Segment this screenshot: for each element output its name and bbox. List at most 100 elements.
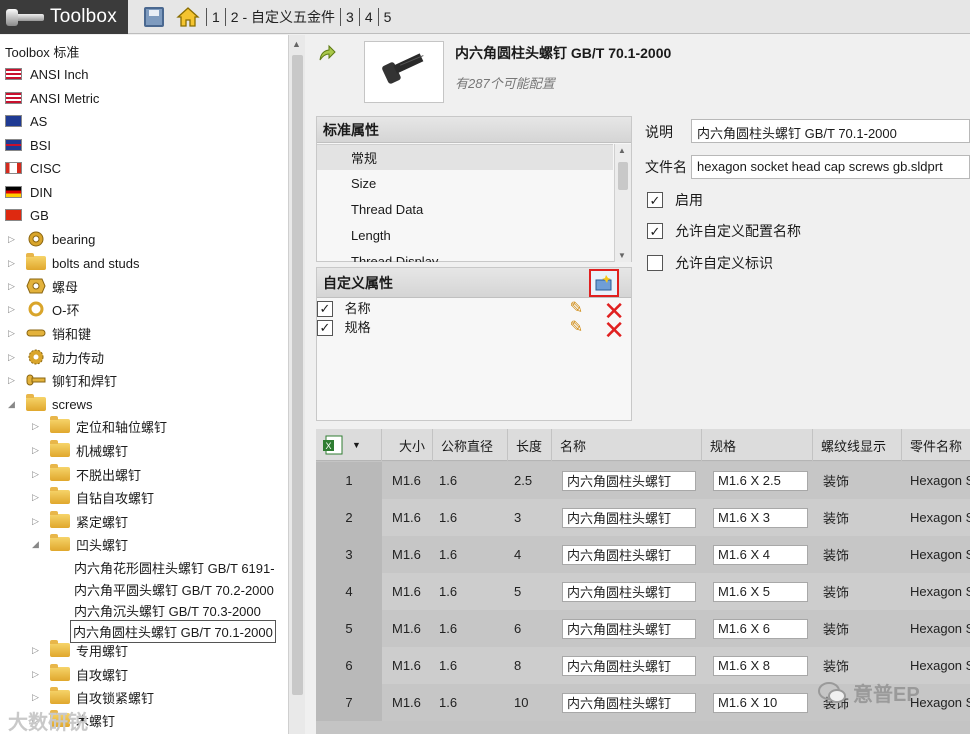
col-header-name[interactable]: 名称 — [552, 429, 702, 461]
tree-scrollbar[interactable]: ▲ — [288, 35, 305, 734]
cell-diameter[interactable]: 1.6 — [439, 536, 499, 573]
tree-category-bearing[interactable]: ▷ bearing — [8, 228, 95, 250]
cell-name[interactable]: 内六角圆柱头螺钉 — [562, 499, 696, 536]
save-icon[interactable] — [144, 6, 164, 27]
cell-diameter[interactable]: 1.6 — [439, 462, 499, 499]
collapse-icon[interactable]: ◢ — [32, 539, 42, 550]
collapse-icon[interactable]: ◢ — [8, 399, 18, 410]
custom-config-name-option[interactable]: 允许自定义配置名称 — [647, 221, 801, 241]
row-number[interactable]: 3 — [316, 536, 382, 573]
edit-pencil-icon[interactable]: ✎ — [570, 298, 583, 318]
tree-standard-cisc[interactable]: CISC — [5, 157, 61, 179]
tree-category-rivets[interactable]: ▷ 铆钉和焊钉 — [8, 369, 117, 391]
cell-diameter[interactable]: 1.6 — [439, 499, 499, 536]
go-up-arrow-icon[interactable] — [317, 43, 337, 63]
expand-icon[interactable]: ▷ — [32, 445, 42, 456]
row-number[interactable]: 2 — [316, 499, 382, 536]
tree-part-item[interactable]: 内六角沉头螺钉 GB/T 70.3-2000 — [74, 599, 261, 621]
custom-identifier-checkbox[interactable] — [647, 255, 663, 271]
cell-name-input[interactable]: 内六角圆柱头螺钉 — [562, 655, 696, 676]
col-header-diameter[interactable]: 公称直径 — [433, 429, 508, 461]
tree-standard-ansi-inch[interactable]: ANSI Inch — [5, 63, 89, 85]
expand-icon[interactable]: ▷ — [8, 328, 18, 339]
expand-icon[interactable]: ▷ — [8, 304, 18, 315]
expand-icon[interactable]: ▷ — [32, 645, 42, 656]
scroll-down-icon[interactable]: ▼ — [618, 251, 626, 260]
cell-spec[interactable]: M1.6 X 2.5 — [713, 462, 808, 499]
scrollbar-thumb[interactable] — [618, 162, 628, 190]
custom-prop-checkbox[interactable] — [317, 300, 333, 317]
tree-category-bolts[interactable]: ▷ bolts and studs — [8, 252, 139, 274]
cell-name[interactable]: 内六角圆柱头螺钉 — [562, 610, 696, 647]
col-header-spec[interactable]: 规格 — [702, 429, 813, 461]
cell-length[interactable]: 2.5 — [514, 462, 554, 499]
tree-category-nut[interactable]: ▷ 螺母 — [8, 275, 78, 297]
toolbox-tree[interactable]: Toolbox 标准 ANSI Inch ANSI Metric AS BSI … — [0, 35, 288, 734]
expand-icon[interactable]: ▷ — [32, 516, 42, 527]
breadcrumb-2[interactable]: 2 - 自定义五金件 — [230, 7, 336, 27]
tree-standard-din[interactable]: DIN — [5, 181, 52, 203]
std-prop-length[interactable]: Length — [317, 222, 613, 248]
scroll-up-icon[interactable]: ▲ — [292, 39, 301, 49]
cell-length[interactable]: 3 — [514, 499, 554, 536]
row-number[interactable]: 5 — [316, 610, 382, 647]
row-number[interactable]: 6 — [316, 647, 382, 684]
cell-thread-display[interactable]: 装饰 — [823, 536, 893, 573]
std-prop-thread-data[interactable]: Thread Data — [317, 196, 613, 222]
col-header-size[interactable]: 大小 — [391, 429, 433, 461]
add-custom-property-icon[interactable] — [589, 269, 619, 297]
cell-length[interactable]: 8 — [514, 647, 554, 684]
cell-name-input[interactable]: 内六角圆柱头螺钉 — [562, 544, 696, 565]
tree-screw-sub[interactable]: ▷ 不脱出螺钉 — [32, 463, 141, 485]
expand-icon[interactable]: ▷ — [8, 234, 18, 245]
tree-screw-sub[interactable]: ▷ 专用螺钉 — [32, 639, 128, 661]
tree-screw-sub[interactable]: ▷ 定位和轴位螺钉 — [32, 415, 167, 437]
expand-icon[interactable]: ▷ — [8, 281, 18, 292]
expand-icon[interactable]: ▷ — [8, 352, 18, 363]
tree-screw-sub[interactable]: ▷ 自攻螺钉 — [32, 663, 128, 685]
tree-standard-as[interactable]: AS — [5, 110, 47, 132]
cell-part-name[interactable]: Hexagon S — [910, 573, 970, 610]
cell-diameter[interactable]: 1.6 — [439, 610, 499, 647]
cell-length[interactable]: 6 — [514, 610, 554, 647]
row-number[interactable]: 1 — [316, 462, 382, 499]
expand-icon[interactable]: ▷ — [32, 421, 42, 432]
cell-length[interactable]: 10 — [514, 684, 554, 721]
cell-spec-input[interactable]: M1.6 X 8 — [713, 655, 808, 676]
tree-screw-sub[interactable]: ▷ 机械螺钉 — [32, 439, 128, 461]
tree-root[interactable]: Toolbox 标准 — [5, 40, 79, 62]
custom-prop-checkbox[interactable] — [317, 319, 333, 336]
custom-config-name-checkbox[interactable] — [647, 223, 663, 239]
standard-props-list[interactable]: 常规 Size Thread Data Length Thread Displa… — [317, 144, 613, 262]
cell-spec-input[interactable]: M1.6 X 2.5 — [713, 470, 808, 491]
cell-thread-display[interactable]: 装饰 — [823, 499, 893, 536]
cell-size[interactable]: M1.6 — [392, 499, 434, 536]
cell-thread-display[interactable]: 装饰 — [823, 462, 893, 499]
enable-checkbox[interactable] — [647, 192, 663, 208]
cell-name[interactable]: 内六角圆柱头螺钉 — [562, 536, 696, 573]
table-row[interactable]: 2 M1.6 1.6 3 内六角圆柱头螺钉 M1.6 X 3 装饰 Hexagon S — [316, 499, 970, 536]
cell-size[interactable]: M1.6 — [392, 536, 434, 573]
cell-part-name[interactable]: Hexagon S — [910, 499, 970, 536]
cell-length[interactable]: 5 — [514, 573, 554, 610]
tree-category-screws[interactable]: ◢ screws — [8, 393, 92, 415]
col-header-part-name[interactable]: 零件名称 — [902, 429, 970, 461]
cell-spec[interactable]: M1.6 X 4 — [713, 536, 808, 573]
tree-screw-sub[interactable]: ▷ 自钻自攻螺钉 — [32, 486, 154, 508]
cell-spec[interactable]: M1.6 X 10 — [713, 684, 808, 721]
cell-spec[interactable]: M1.6 X 8 — [713, 647, 808, 684]
cell-name-input[interactable]: 内六角圆柱头螺钉 — [562, 581, 696, 602]
cell-part-name[interactable]: Hexagon S — [910, 462, 970, 499]
expand-icon[interactable]: ▷ — [32, 692, 42, 703]
cell-spec-input[interactable]: M1.6 X 4 — [713, 544, 808, 565]
home-icon[interactable] — [176, 6, 200, 28]
table-row[interactable]: 3 M1.6 1.6 4 内六角圆柱头螺钉 M1.6 X 4 装饰 Hexagon S — [316, 536, 970, 573]
cell-thread-display[interactable]: 装饰 — [823, 610, 893, 647]
cell-diameter[interactable]: 1.6 — [439, 647, 499, 684]
cell-spec-input[interactable]: M1.6 X 5 — [713, 581, 808, 602]
cell-length[interactable]: 4 — [514, 536, 554, 573]
cell-spec[interactable]: M1.6 X 5 — [713, 573, 808, 610]
std-prop-general[interactable]: 常规 — [317, 144, 613, 170]
expand-icon[interactable]: ▷ — [32, 669, 42, 680]
scrollbar-thumb[interactable] — [292, 55, 303, 695]
